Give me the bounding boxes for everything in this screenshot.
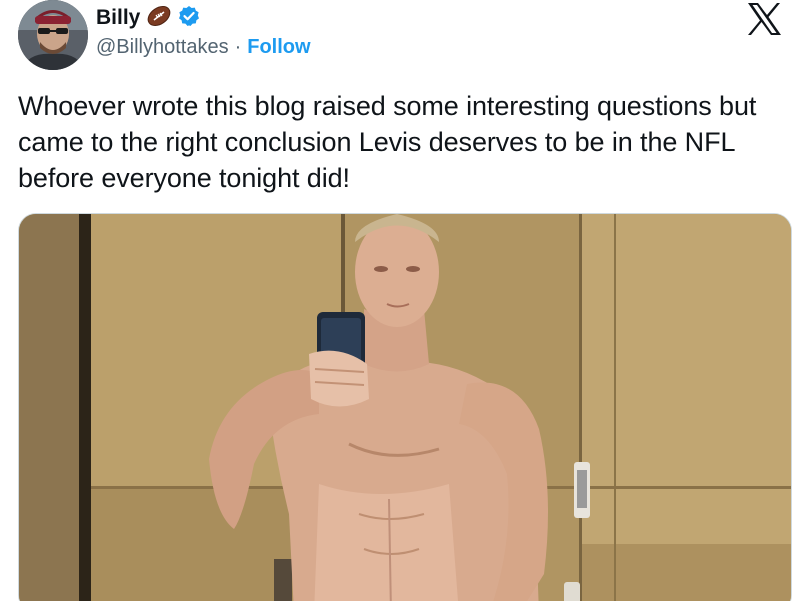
avatar-photo — [18, 0, 88, 70]
author-handle[interactable]: @Billyhottakes — [96, 36, 229, 59]
follow-button[interactable]: Follow — [247, 36, 310, 59]
separator-dot: · — [234, 36, 242, 58]
football-icon — [146, 5, 172, 32]
verified-badge-icon[interactable] — [178, 5, 200, 32]
tweet-card: Billy @Billyhottakes · Follow Whoever wr… — [0, 0, 796, 601]
avatar[interactable] — [18, 0, 88, 70]
x-logo-icon[interactable] — [746, 2, 782, 36]
tweet-text: Whoever wrote this blog raised some inte… — [18, 91, 757, 193]
display-name[interactable]: Billy — [96, 6, 140, 30]
author-name-row: Billy — [96, 4, 200, 32]
tweet-media-photo[interactable] — [18, 213, 792, 601]
handle-row: @Billyhottakes · Follow — [96, 36, 311, 59]
photo — [19, 214, 791, 601]
